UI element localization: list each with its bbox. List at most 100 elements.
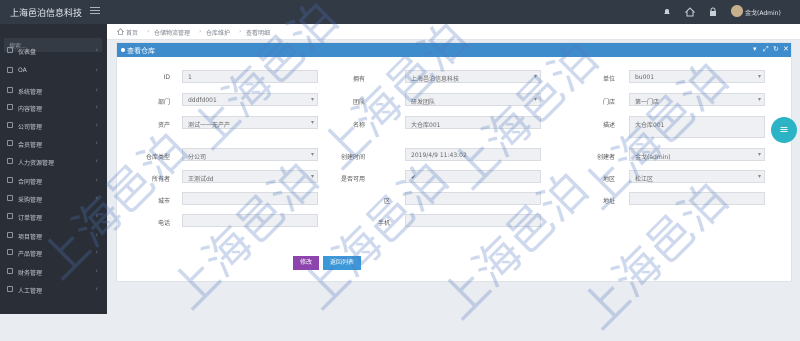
sidebar-item[interactable]: 公司管理 ‹ — [0, 119, 107, 133]
back-to-list-button[interactable]: 返回列表 — [323, 256, 361, 270]
mobile-field[interactable] — [405, 214, 541, 227]
top-bar: 上海邑泊信息科技 金戈(Admin) — [0, 0, 800, 24]
brand-title: 上海邑泊信息科技 — [10, 9, 83, 19]
order-icon — [7, 213, 13, 219]
sidebar-item[interactable]: 订单管理 ‹ — [0, 210, 107, 224]
chevron-icon: ‹ — [95, 212, 98, 220]
breadcrumb-home[interactable]: 首页 — [126, 28, 138, 37]
sidebar-item-label: 采购管理 — [18, 197, 43, 204]
sidebar-item-label: 财务管理 — [18, 270, 43, 277]
team-label: 团队 — [352, 99, 365, 106]
sidebar-item-label: 会员管理 — [18, 142, 43, 149]
type-select[interactable]: 分公司 — [182, 148, 318, 161]
sidebar-item-label: 仪表盘 — [18, 49, 37, 56]
expand-icon[interactable]: ⤢ — [763, 45, 769, 54]
name-label: 名称 — [352, 122, 365, 129]
phone-label: 电话 — [157, 220, 170, 227]
sidebar-item-label: 订单管理 — [18, 215, 43, 222]
sidebar-item[interactable]: 系统管理 ‹ — [0, 84, 107, 98]
floating-menu-icon[interactable]: ≡ — [771, 117, 797, 143]
name-field[interactable]: 大仓库001 — [405, 116, 541, 129]
panel-header: 查看仓库 ▾ ⤢ ↻ ✕ — [117, 43, 791, 57]
address-field[interactable] — [629, 192, 765, 205]
oa-icon — [7, 67, 13, 73]
contract-icon — [7, 177, 13, 183]
sidebar-item[interactable]: 人工管理 ‹ — [0, 283, 107, 297]
desc-field[interactable]: 大仓库001 — [629, 116, 765, 138]
dept-select[interactable]: dddfd001 — [182, 93, 318, 106]
creator-select[interactable]: 金戈(admin) — [629, 148, 765, 161]
type-label: 仓库类型 — [145, 154, 170, 161]
sidebar-item[interactable]: OA ‹ — [0, 64, 107, 78]
owner-select[interactable]: 上海邑泊信息科技 — [405, 70, 541, 83]
content-icon — [7, 104, 13, 110]
breadcrumb-warehouse[interactable]: 仓库维护 — [206, 28, 230, 37]
owner-label: 拥有 — [352, 76, 365, 83]
sidebar-item[interactable]: 项目管理 ‹ — [0, 229, 107, 243]
collapse-icon[interactable]: ▾ — [753, 45, 757, 53]
lock-icon[interactable] — [708, 7, 718, 17]
product-icon — [7, 249, 13, 255]
chevron-icon: ‹ — [95, 86, 98, 94]
dashboard-icon — [7, 47, 13, 53]
created-field[interactable]: 2019/4/9 11:43:02 — [405, 148, 541, 161]
close-icon[interactable]: ✕ — [783, 45, 789, 53]
chevron-icon: ‹ — [95, 157, 98, 165]
chevron-icon: ‹ — [95, 66, 98, 74]
chevron-icon: ‹ — [95, 176, 98, 184]
unit-select[interactable]: bu001 — [629, 70, 765, 83]
desc-label: 描述 — [602, 122, 615, 129]
holder-label: 所有者 — [151, 176, 170, 183]
sidebar-item[interactable]: 产品管理 ‹ — [0, 246, 107, 260]
avatar[interactable] — [731, 5, 743, 17]
holder-select[interactable]: 王测试dd — [182, 170, 318, 183]
panel-title: 查看仓库 — [127, 47, 155, 55]
asset-select[interactable]: 测试一一无产产 — [182, 116, 318, 129]
finance-icon — [7, 268, 13, 274]
sidebar: 搜索... 仪表盘 ‹ OA ‹ 系统管理 ‹ 内容管理 ‹ 公司管理 ‹ 会员管理 ‹ 人力资源管理 ‹… — [0, 24, 107, 314]
region-select[interactable]: 松江区 — [629, 170, 765, 183]
breadcrumb-current: 查看明细 — [246, 30, 271, 37]
breadcrumb-logistics[interactable]: 仓储物流管理 — [154, 28, 190, 37]
phone-field[interactable] — [182, 214, 318, 227]
home-icon — [117, 28, 124, 35]
breadcrumb: 首页 › 仓储物流管理 › 仓库维护 › 查看明细 — [107, 24, 800, 40]
purchase-icon — [7, 195, 13, 201]
sidebar-item[interactable]: 仪表盘 ‹ — [0, 44, 107, 58]
sidebar-item-label: 产品管理 — [18, 251, 43, 258]
available-checkbox[interactable]: ✔ — [405, 170, 541, 183]
sidebar-item[interactable]: 合同管理 ‹ — [0, 174, 107, 188]
store-select[interactable]: 第一门店 — [629, 93, 765, 106]
home-icon[interactable] — [685, 7, 695, 17]
bell-icon[interactable] — [662, 7, 672, 17]
created-label: 创建时间 — [340, 154, 365, 161]
sidebar-item-label: 内容管理 — [18, 106, 43, 113]
hr-icon — [7, 158, 13, 164]
sidebar-item[interactable]: 会员管理 ‹ — [0, 137, 107, 151]
dept-label: 部门 — [157, 99, 170, 106]
edit-button[interactable]: 修改 — [293, 256, 319, 270]
member-icon — [7, 140, 13, 146]
sidebar-item-label: 合同管理 — [18, 179, 43, 186]
user-name[interactable]: 金戈(Admin) — [745, 8, 781, 17]
labor-icon — [7, 286, 13, 292]
sidebar-item[interactable]: 人力资源管理 ‹ — [0, 155, 107, 169]
team-select[interactable]: 研发团队 — [405, 93, 541, 106]
chevron-icon: ‹ — [95, 46, 98, 54]
refresh-icon[interactable]: ↻ — [773, 45, 779, 53]
district-field[interactable] — [405, 192, 541, 205]
chevron-icon: ‹ — [95, 231, 98, 239]
menu-toggle-icon[interactable] — [90, 5, 100, 15]
sidebar-item[interactable]: 内容管理 ‹ — [0, 101, 107, 115]
sidebar-item-label: 系统管理 — [18, 89, 43, 96]
sidebar-item-label: 人工管理 — [18, 288, 43, 295]
id-field[interactable]: 1 — [182, 70, 318, 83]
system-icon — [7, 87, 13, 93]
sidebar-item[interactable]: 财务管理 ‹ — [0, 265, 107, 279]
chevron-icon: ‹ — [95, 103, 98, 111]
chevron-icon: ‹ — [95, 121, 98, 129]
chevron-icon: ‹ — [95, 194, 98, 202]
sidebar-item-label: 公司管理 — [18, 124, 43, 131]
sidebar-item[interactable]: 采购管理 ‹ — [0, 192, 107, 206]
city-field[interactable] — [182, 192, 318, 205]
